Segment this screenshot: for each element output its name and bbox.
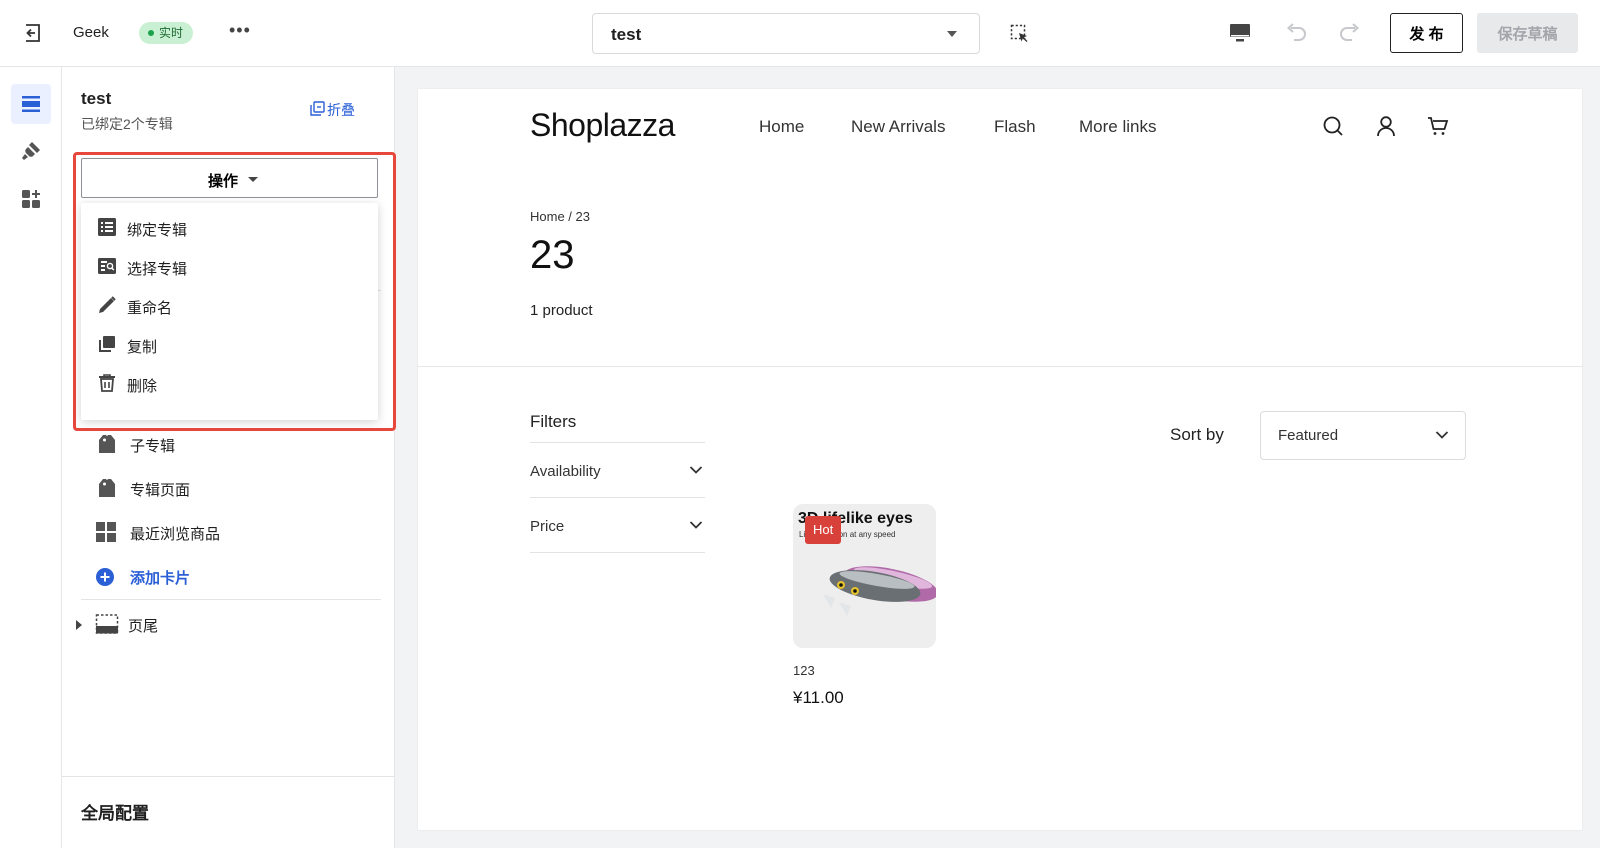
top-bar: Geek 实时 ••• test 发 布 保存草稿 [0,0,1600,67]
footer-icon [95,614,119,634]
search-list-icon [98,258,116,274]
collapse-icon [310,101,325,116]
theme-settings-icon [22,142,40,160]
filter-availability[interactable]: Availability [530,442,705,498]
copy-icon [99,336,115,352]
menu-item-label: 选择专辑 [127,261,188,278]
add-circle-icon [96,568,114,586]
nav-link-new-arrivals[interactable]: New Arrivals [851,117,945,137]
menu-item-label: 删除 [127,378,158,395]
expand-arrow-icon[interactable] [76,620,82,630]
add-card-label: 添加卡片 [130,570,191,587]
collapse-button[interactable]: 折叠 [310,100,355,120]
tag-icon [99,435,115,453]
grid-icon [96,522,116,542]
sort-select[interactable]: Featured [1260,411,1466,460]
filter-label: Availability [530,463,601,480]
tree-item-label: 专辑页面 [130,482,191,499]
store-logo[interactable]: Shoplazza [530,107,675,144]
breadcrumb[interactable]: Home / 23 [530,209,590,224]
more-options-button[interactable]: ••• [229,20,251,41]
trash-icon [99,374,115,392]
filter-price[interactable]: Price [530,497,705,553]
theme-select[interactable]: test [592,13,980,54]
rail-apps[interactable] [11,179,51,219]
operations-label: 操作 [208,173,239,190]
product-count: 1 product [530,302,593,319]
sections-icon [22,96,40,112]
rail-theme-settings[interactable] [11,131,51,171]
publish-button[interactable]: 发 布 [1390,13,1463,53]
chevron-down-icon [248,177,258,182]
chevron-down-icon [1435,431,1449,439]
chevron-down-icon [689,521,703,529]
theme-select-value: test [611,25,642,44]
global-config[interactable]: 全局配置 [62,776,395,848]
menu-item-label: 绑定专辑 [127,222,188,239]
redo-icon[interactable] [1338,22,1362,44]
menu-item-rename[interactable]: 重命名 [81,286,378,324]
menu-item-delete[interactable]: 删除 [81,364,378,402]
rail-sections[interactable] [11,84,51,124]
element-picker-icon[interactable] [1010,24,1030,44]
divider [81,599,381,600]
operations-menu: 绑定专辑 选择专辑 重命名 复制 删除 [81,203,378,420]
exit-icon[interactable] [22,22,44,44]
chevron-down-icon [947,31,957,37]
desktop-icon[interactable] [1228,22,1252,44]
product-price: ¥11.00 [793,688,844,707]
filters-title: Filters [530,412,577,431]
undo-icon[interactable] [1284,22,1308,44]
fishing-lure-image [823,566,936,616]
list-icon [98,218,116,236]
search-icon[interactable] [1322,115,1344,137]
sort-select-value: Featured [1278,427,1339,444]
add-card-button[interactable]: 添加卡片 [95,563,355,591]
save-draft-button[interactable]: 保存草稿 [1477,13,1578,53]
menu-item-copy[interactable]: 复制 [81,325,378,363]
hot-badge: Hot [805,516,842,544]
menu-item-label: 复制 [127,339,158,356]
live-status-badge: 实时 [139,22,194,44]
store-name: Geek [73,24,109,41]
store-preview: Shoplazza Home New Arrivals Flash More l… [418,89,1582,830]
pencil-icon [99,296,116,313]
panel-title: test [81,89,112,108]
nav-link-more-links[interactable]: More links [1079,117,1156,137]
tree-item-sub-collection[interactable]: 子专辑 [95,431,355,459]
sort-by-label: Sort by [1170,425,1224,444]
menu-item-label: 重命名 [127,300,173,317]
panel-subtitle: 已绑定2个专辑 [81,116,173,132]
tree-item-footer[interactable]: 页尾 [76,611,376,639]
divider [418,366,1582,367]
chevron-down-icon [689,466,703,474]
product-name[interactable]: 123 [793,663,815,678]
menu-item-select-collection[interactable]: 选择专辑 [81,247,378,285]
collapse-label: 折叠 [327,102,355,118]
tag-icon [99,479,115,497]
collection-title: 23 [530,233,575,277]
menu-item-bind-collection[interactable]: 绑定专辑 [81,208,378,246]
tree-item-label: 页尾 [128,618,159,635]
tree-item-label: 子专辑 [130,438,176,455]
left-rail [0,67,62,848]
tree-item-recently-viewed[interactable]: 最近浏览商品 [95,519,355,547]
product-image[interactable]: 3D lifelike eyes Lifelike action at any … [793,504,936,648]
account-icon[interactable] [1375,115,1397,137]
global-config-label: 全局配置 [81,804,149,823]
cart-icon[interactable] [1427,115,1449,137]
nav-link-flash[interactable]: Flash [994,117,1036,137]
nav-link-home[interactable]: Home [759,117,804,137]
tree-item-collection-page[interactable]: 专辑页面 [95,475,355,503]
operations-button[interactable]: 操作 [81,158,378,198]
tree-item-label: 最近浏览商品 [130,526,221,543]
filter-label: Price [530,518,565,535]
apps-icon [22,190,40,208]
